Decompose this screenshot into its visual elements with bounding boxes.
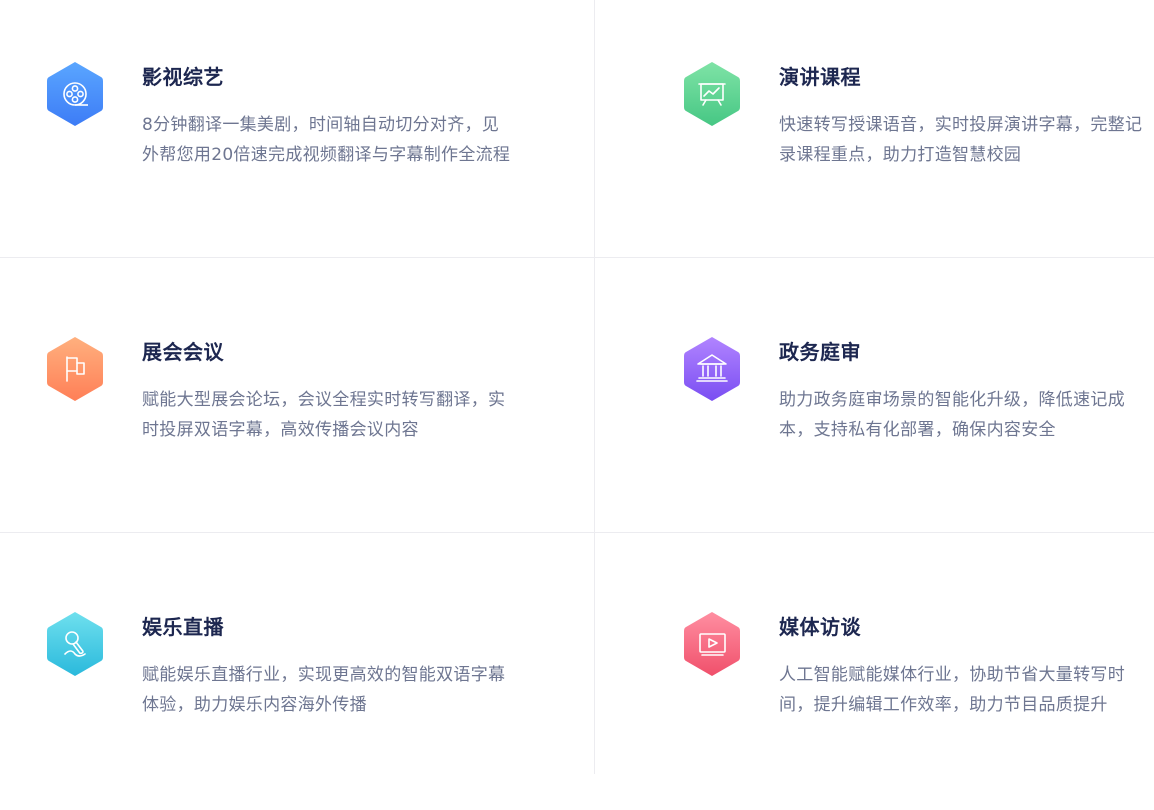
card-description: 快速转写授课语音，实时投屏演讲字幕，完整记录课程重点，助力打造智慧校园 xyxy=(779,115,1143,165)
card-title: 演讲课程 xyxy=(779,65,861,89)
presentation-board-icon xyxy=(682,60,742,128)
card-description: 助力政务庭审场景的智能化升级，降低速记成本，支持私有化部署，确保内容安全 xyxy=(779,390,1125,440)
card-description: 赋能娱乐直播行业，实现更高效的智能双语字幕体验，助力娱乐内容海外传播 xyxy=(142,665,506,715)
card-title: 展会会议 xyxy=(142,340,224,364)
card-description: 人工智能赋能媒体行业，协助节省大量转写时间，提升编辑工作效率，助力节目品质提升 xyxy=(779,665,1125,715)
scenario-card-lecture-course[interactable]: 演讲课程 快速转写授课语音，实时投屏演讲字幕，完整记录课程重点，助力打造智慧校园 xyxy=(682,60,1154,260)
government-building-icon xyxy=(682,335,742,403)
scenario-card-exhibition-meeting[interactable]: 展会会议 赋能大型展会论坛，会议全程实时转写翻译，实时投屏双语字幕，高效传播会议… xyxy=(45,335,605,535)
film-reel-icon xyxy=(45,60,105,128)
scenario-card-media-interview[interactable]: 媒体访谈 人工智能赋能媒体行业，协助节省大量转写时间，提升编辑工作效率，助力节目… xyxy=(682,610,1154,810)
scenario-card-government-court[interactable]: 政务庭审 助力政务庭审场景的智能化升级，降低速记成本，支持私有化部署，确保内容安… xyxy=(682,335,1154,535)
scenario-card-film-variety[interactable]: 影视综艺 8分钟翻译一集美剧，时间轴自动切分对齐，见外帮您用20倍速完成视频翻译… xyxy=(45,60,605,260)
scenario-grid: 影视综艺 8分钟翻译一集美剧，时间轴自动切分对齐，见外帮您用20倍速完成视频翻译… xyxy=(0,0,1154,774)
card-title: 影视综艺 xyxy=(142,65,224,89)
microphone-icon xyxy=(45,610,105,678)
card-title: 媒体访谈 xyxy=(779,615,861,639)
video-play-icon xyxy=(682,610,742,678)
card-title: 政务庭审 xyxy=(779,340,861,364)
scenario-card-entertainment-live[interactable]: 娱乐直播 赋能娱乐直播行业，实现更高效的智能双语字幕体验，助力娱乐内容海外传播 xyxy=(45,610,605,810)
card-description: 8分钟翻译一集美剧，时间轴自动切分对齐，见外帮您用20倍速完成视频翻译与字幕制作… xyxy=(142,115,511,165)
flag-icon xyxy=(45,335,105,403)
card-description: 赋能大型展会论坛，会议全程实时转写翻译，实时投屏双语字幕，高效传播会议内容 xyxy=(142,390,506,440)
card-title: 娱乐直播 xyxy=(142,615,224,639)
